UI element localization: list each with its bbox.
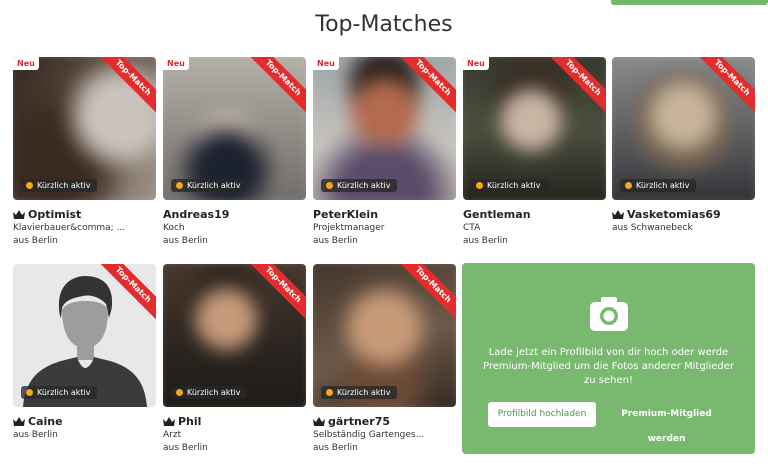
top-match-ribbon: Top-Match — [246, 57, 306, 116]
profile-card[interactable]: Neu Top-Match Kürzlich aktiv PeterKlein … — [313, 57, 456, 248]
profile-occupation: CTA — [463, 223, 481, 233]
new-badge: Neu — [163, 57, 189, 70]
top-match-ribbon: Top-Match — [96, 57, 156, 116]
profile-name[interactable]: Gentleman — [463, 208, 531, 221]
profile-photo[interactable]: Top-Match Kürzlich aktiv — [163, 264, 306, 407]
profile-photo-placeholder[interactable]: Top-Match Kürzlich aktiv — [13, 264, 156, 407]
profile-location: aus Berlin — [163, 443, 208, 453]
new-badge: Neu — [13, 57, 39, 70]
top-match-ribbon: Top-Match — [546, 57, 606, 116]
profile-card[interactable]: Top-Match Kürzlich aktiv Caine aus Berli… — [13, 264, 156, 442]
promo-text: Lade jetzt ein Profilbild von dir hoch o… — [483, 347, 734, 386]
profile-occupation: Koch — [163, 223, 185, 233]
online-dot-icon — [326, 389, 333, 396]
camera-icon — [590, 297, 628, 331]
crown-icon — [313, 416, 325, 426]
profile-location: aus Berlin — [313, 443, 358, 453]
online-dot-icon — [176, 389, 183, 396]
online-dot-icon — [476, 182, 483, 189]
profile-name[interactable]: Phil — [178, 415, 201, 428]
profile-photo[interactable]: Top-Match Kürzlich aktiv — [612, 57, 755, 200]
recently-active-badge: Kürzlich aktiv — [321, 179, 397, 192]
online-dot-icon — [26, 182, 33, 189]
new-badge: Neu — [463, 57, 489, 70]
top-match-ribbon: Top-Match — [396, 57, 456, 116]
top-action-button[interactable] — [611, 0, 768, 5]
upload-photo-button[interactable]: Profilbild hochladen — [488, 402, 596, 427]
online-dot-icon — [625, 182, 632, 189]
top-match-ribbon: Top-Match — [396, 264, 456, 323]
profile-occupation: aus Schwanebeck — [612, 223, 693, 233]
profile-occupation: Projektmanager — [313, 223, 385, 233]
top-match-ribbon: Top-Match — [695, 57, 755, 116]
page-title: Top-Matches — [315, 12, 453, 37]
profile-card[interactable]: Top-Match Kürzlich aktiv Vasketomias69 a… — [612, 57, 755, 235]
profile-location: aus Berlin — [163, 236, 208, 246]
recently-active-badge: Kürzlich aktiv — [321, 386, 397, 399]
profile-card[interactable]: Neu Top-Match Kürzlich aktiv Gentleman C… — [463, 57, 606, 248]
profile-photo[interactable]: Top-Match Kürzlich aktiv — [313, 264, 456, 407]
profile-name[interactable]: Vasketomias69 — [627, 208, 721, 221]
profile-occupation: Arzt — [163, 430, 182, 440]
crown-icon — [163, 416, 175, 426]
upload-photo-promo: Lade jetzt ein Profilbild von dir hoch o… — [462, 263, 755, 454]
profile-card[interactable]: Neu Top-Match Kürzlich aktiv Andreas19 K… — [163, 57, 306, 248]
profile-card[interactable]: Neu Top-Match Kürzlich aktiv Optimist Kl… — [13, 57, 156, 248]
profile-photo[interactable]: Neu Top-Match Kürzlich aktiv — [13, 57, 156, 200]
crown-icon — [612, 209, 624, 219]
crown-icon — [13, 416, 25, 426]
recently-active-badge: Kürzlich aktiv — [21, 179, 97, 192]
profile-photo[interactable]: Neu Top-Match Kürzlich aktiv — [463, 57, 606, 200]
recently-active-badge: Kürzlich aktiv — [620, 179, 696, 192]
recently-active-badge: Kürzlich aktiv — [171, 386, 247, 399]
online-dot-icon — [176, 182, 183, 189]
profile-location: aus Berlin — [463, 236, 508, 246]
profile-occupation: Selbständig Gartenges... — [313, 430, 425, 440]
profile-location: aus Berlin — [13, 430, 58, 440]
profile-photo[interactable]: Neu Top-Match Kürzlich aktiv — [163, 57, 306, 200]
online-dot-icon — [26, 389, 33, 396]
online-dot-icon — [326, 182, 333, 189]
profile-location: aus Berlin — [313, 236, 358, 246]
profile-card[interactable]: Top-Match Kürzlich aktiv Phil Arzt aus B… — [163, 264, 306, 455]
profile-photo[interactable]: Neu Top-Match Kürzlich aktiv — [313, 57, 456, 200]
profile-name[interactable]: gärtner75 — [328, 415, 390, 428]
profile-name[interactable]: Caine — [28, 415, 63, 428]
profile-name[interactable]: PeterKlein — [313, 208, 378, 221]
profile-card[interactable]: Top-Match Kürzlich aktiv gärtner75 Selbs… — [313, 264, 456, 455]
crown-icon — [13, 209, 25, 219]
profile-name[interactable]: Optimist — [28, 208, 81, 221]
new-badge: Neu — [313, 57, 339, 70]
profile-location: aus Berlin — [13, 236, 58, 246]
profile-occupation: Klavierbauer&comma; ... — [13, 223, 126, 233]
top-match-ribbon: Top-Match — [246, 264, 306, 323]
recently-active-badge: Kürzlich aktiv — [471, 179, 547, 192]
recently-active-badge: Kürzlich aktiv — [21, 386, 97, 399]
become-premium-button[interactable]: Premium-Mitglied werden — [604, 402, 729, 444]
top-match-ribbon: Top-Match — [96, 264, 156, 323]
recently-active-badge: Kürzlich aktiv — [171, 179, 247, 192]
profile-name[interactable]: Andreas19 — [163, 208, 229, 221]
